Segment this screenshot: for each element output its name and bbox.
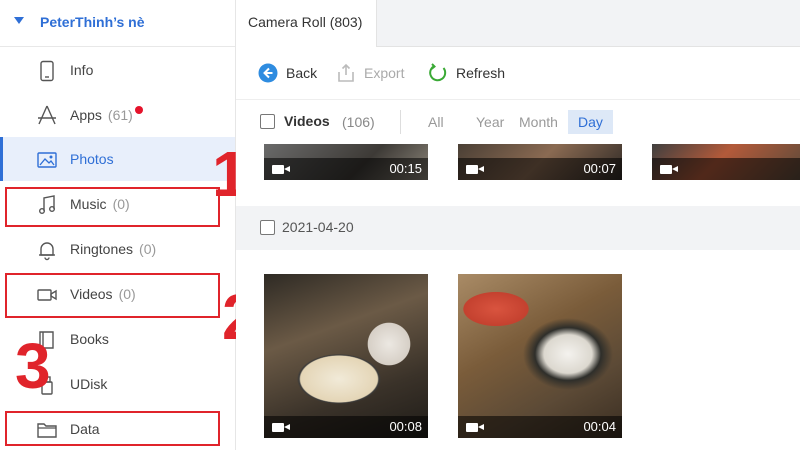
sidebar-item-ringtones[interactable]: Ringtones (0) [0,227,235,271]
video-camera-icon [466,165,484,174]
tab-label: Camera Roll (803) [248,14,363,30]
video-duration: 00:07 [583,161,616,176]
tab-bar: Camera Roll (803) [236,0,800,47]
sidebar-item-count: (0) [139,241,157,257]
filter-count: (106) [342,114,375,130]
sidebar-item-label: Info [70,62,94,78]
annotation-box-music [5,187,220,227]
filter-category: Videos [284,113,330,129]
toolbar: Back Export Refresh [236,47,800,99]
photo-grid: 00:15 00:07 2021-04-20 00:08 00:04 [236,144,800,450]
phone-icon [40,60,54,82]
back-arrow-icon [258,63,278,83]
divider [400,110,401,134]
export-button[interactable]: Export [336,63,416,83]
sidebar-item-label: UDisk [70,376,108,392]
refresh-icon [429,63,447,82]
notification-badge [134,106,143,114]
photo-icon [37,152,57,168]
sidebar-item-label: Books [70,331,109,347]
tab-camera-roll[interactable]: Camera Roll (803) [236,0,377,47]
video-camera-icon [466,423,484,432]
select-all-checkbox[interactable] [260,114,275,129]
app-store-icon [38,105,56,125]
video-thumbnail[interactable] [652,144,800,180]
sidebar-item-label: Apps (61) [70,106,143,123]
video-duration: 00:08 [389,419,422,434]
device-header[interactable]: PeterThinh’s nè [0,0,235,47]
period-day[interactable]: Day [568,110,613,134]
video-duration: 00:15 [389,161,422,176]
period-month[interactable]: Month [519,110,558,134]
date-group-checkbox[interactable] [260,220,275,235]
export-icon [338,63,354,82]
refresh-label: Refresh [456,65,506,81]
video-camera-icon [272,165,290,174]
video-thumbnail[interactable]: 00:04 [458,274,622,438]
video-thumbnail[interactable]: 00:08 [264,274,428,438]
period-year[interactable]: Year [476,110,504,134]
annotation-box-videos [5,273,220,318]
date-group-header: 2021-04-20 [236,206,800,250]
back-label: Back [286,65,318,81]
sidebar-item-photos[interactable]: Photos [0,137,235,181]
main-panel: Camera Roll (803) Back Export Refresh Vi… [236,0,800,450]
annotation-box-data [5,411,220,446]
video-thumbnail[interactable]: 00:15 [264,144,428,180]
bell-icon [39,242,55,261]
annotation-number-3: 3 [15,330,51,402]
date-group-label: 2021-04-20 [282,219,354,235]
video-camera-icon [660,165,678,174]
caret-down-icon[interactable] [14,17,24,24]
sidebar-item-apps[interactable]: Apps (61) [0,92,235,136]
sidebar-item-count: (61) [107,107,133,123]
period-all[interactable]: All [428,110,444,134]
video-thumbnail[interactable]: 00:07 [458,144,622,180]
export-label: Export [364,65,405,81]
back-button[interactable]: Back [258,63,328,83]
video-duration: 00:04 [583,419,616,434]
sidebar-item-info[interactable]: Info [0,48,235,92]
sidebar-item-label: Photos [70,151,114,167]
refresh-button[interactable]: Refresh [428,63,508,83]
device-name: PeterThinh’s nè [40,14,145,30]
sidebar-item-label: Ringtones (0) [70,241,157,257]
filter-bar: Videos (106) All Year Month Day [236,99,800,145]
video-camera-icon [272,423,290,432]
